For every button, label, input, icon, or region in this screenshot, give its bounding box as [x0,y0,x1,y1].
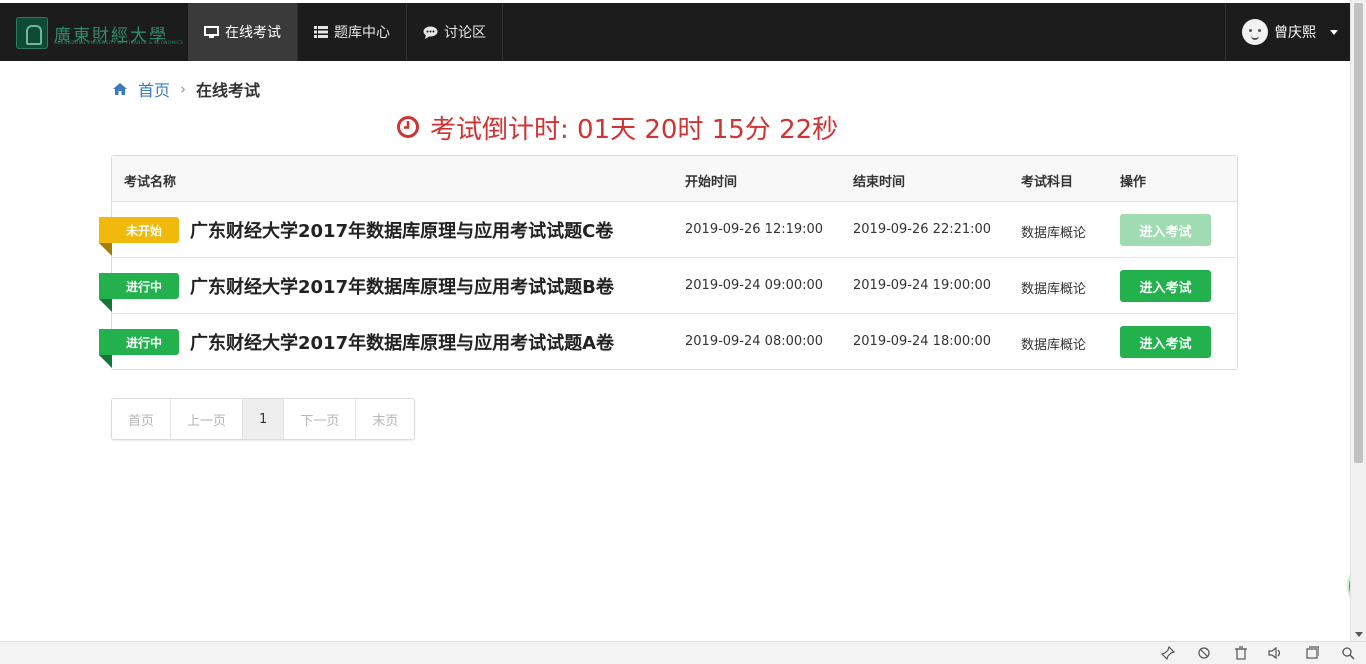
exam-subject: 数据库概论 [1021,226,1087,241]
enter-exam-button[interactable]: 进入考试 [1120,214,1211,246]
table-row: 进行中 广东财经大学2017年数据库原理与应用考试试题A卷 2019-09-24… [99,314,1237,370]
exam-name: 广东财经大学2017年数据库原理与应用考试试题A卷 [190,333,615,354]
refresh-icon[interactable] [1197,646,1211,660]
page-next-button[interactable]: 下一页 [284,399,357,439]
avatar-icon [1242,19,1268,45]
browser-status-bar [0,641,1366,664]
table-row: 进行中 广东财经大学2017年数据库原理与应用考试试题B卷 2019-09-24… [99,258,1237,314]
speaker-icon[interactable] [1268,646,1282,660]
countdown-text: 考试倒计时: 01天 20时 15分 22秒 [430,114,839,145]
start-time: 2019-09-26 12:19:00 [685,222,824,237]
page-first-button[interactable]: 首页 [112,399,172,439]
pin-icon[interactable] [1161,646,1175,660]
scrollbar-thumb[interactable] [1354,3,1363,463]
brand-subtitle: GUANGDONG UNIVERSITY OF FINANCE & ECONOM… [54,40,184,45]
vertical-scrollbar[interactable] [1350,0,1366,641]
exam-table: 考试名称 开始时间 结束时间 考试科目 操作 未开始 广东财经大学2017年数据… [99,155,1238,370]
nav-item-label: 讨论区 [444,25,486,41]
clock-icon [397,116,419,138]
main-nav: 在线考试 题库中心 讨论区 [188,3,503,61]
end-time: 2019-09-26 22:21:00 [853,222,992,237]
start-time: 2019-09-24 09:00:00 [685,278,824,293]
top-navbar: 廣東財經大學 GUANGDONG UNIVERSITY OF FINANCE &… [0,0,1350,61]
app-root: 廣東財經大學 GUANGDONG UNIVERSITY OF FINANCE &… [0,0,1366,664]
home-icon [113,83,127,95]
window-icon[interactable] [1305,646,1319,660]
nav-item-online-exam[interactable]: 在线考试 [188,3,298,61]
user-name: 曾庆熙 [1274,25,1316,41]
scroll-down-arrow-icon[interactable] [1355,632,1363,637]
breadcrumb: 首页 › 在线考试 [112,78,260,100]
trash-icon[interactable] [1234,646,1248,660]
page-prev-button[interactable]: 上一页 [171,399,244,439]
chevron-right-icon: › [180,80,187,98]
user-menu[interactable]: 曾庆熙 [1225,3,1350,61]
start-time: 2019-09-24 08:00:00 [685,334,824,349]
status-badge: 未开始 [99,217,179,256]
breadcrumb-current: 在线考试 [196,81,261,100]
end-time: 2019-09-24 19:00:00 [853,278,992,293]
search-icon[interactable] [1341,646,1355,660]
chevron-down-icon [1330,29,1338,35]
page-last-button[interactable]: 末页 [356,399,414,439]
exam-countdown: 考试倒计时: 01天 20时 15分 22秒 [396,110,839,145]
column-header-start: 开始时间 [685,175,738,190]
nav-item-discussion[interactable]: 讨论区 [407,3,503,61]
university-seal-icon [16,17,48,49]
exam-subject: 数据库概论 [1021,282,1087,297]
breadcrumb-home-link[interactable]: 首页 [138,77,170,101]
exam-name: 广东财经大学2017年数据库原理与应用考试试题B卷 [190,277,614,298]
university-logo[interactable]: 廣東財經大學 GUANGDONG UNIVERSITY OF FINANCE &… [16,15,183,51]
column-header-action: 操作 [1120,175,1147,190]
pagination: 首页 上一页 1 下一页 末页 [111,398,416,440]
nav-item-label: 题库中心 [334,25,390,41]
list-icon [314,26,328,38]
nav-item-question-bank[interactable]: 题库中心 [298,3,407,61]
exam-name: 广东财经大学2017年数据库原理与应用考试试题C卷 [190,221,614,242]
status-badge: 进行中 [99,329,179,368]
enter-exam-button[interactable]: 进入考试 [1120,326,1211,358]
column-header-name: 考试名称 [124,175,177,190]
nav-item-label: 在线考试 [225,25,281,41]
desktop-icon [204,25,219,38]
status-badge: 进行中 [99,273,179,312]
page-number-button[interactable]: 1 [243,399,285,439]
comment-icon [423,26,438,39]
enter-exam-button[interactable]: 进入考试 [1120,270,1211,302]
column-header-end: 结束时间 [853,175,906,190]
column-header-subject: 考试科目 [1021,175,1074,190]
end-time: 2019-09-24 18:00:00 [853,334,992,349]
table-header: 考试名称 开始时间 结束时间 考试科目 操作 [112,156,1237,202]
exam-subject: 数据库概论 [1021,338,1087,353]
table-row: 未开始 广东财经大学2017年数据库原理与应用考试试题C卷 2019-09-26… [99,202,1237,258]
